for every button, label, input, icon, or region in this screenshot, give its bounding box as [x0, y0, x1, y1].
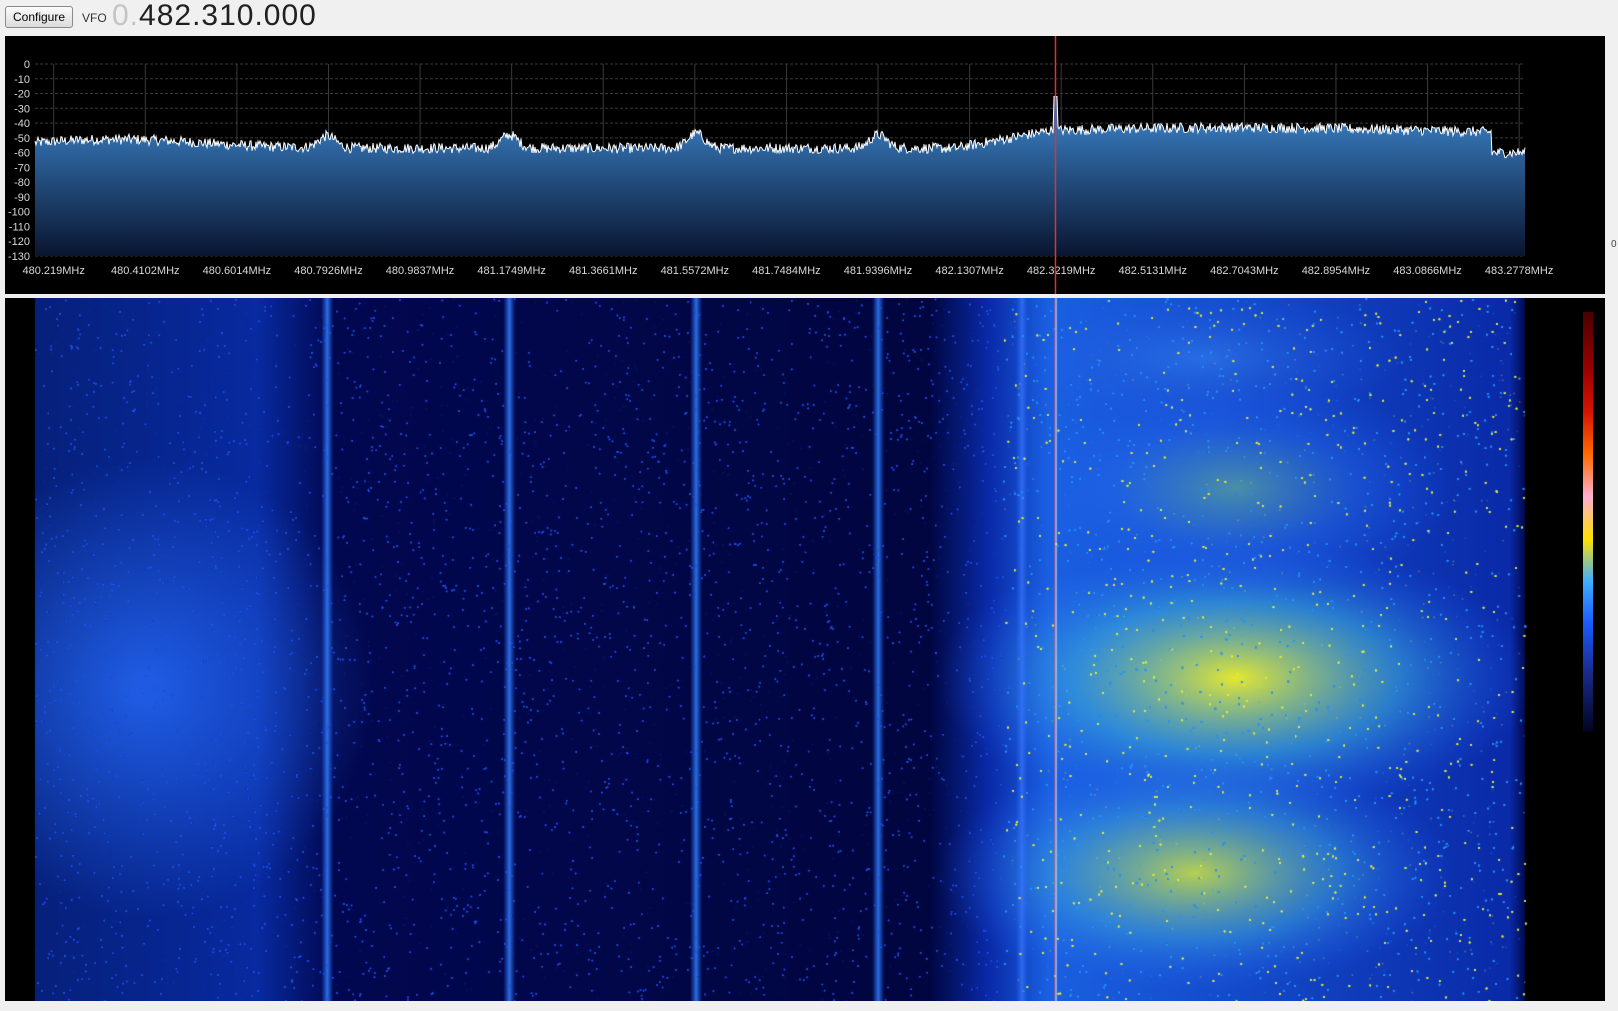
freq-tick-label: 482.1307MHz	[935, 265, 1004, 277]
db-tick-label: -60	[14, 148, 30, 160]
freq-tick-label: 480.219MHz	[22, 265, 84, 277]
db-axis: 0 -10 -20 -30 -40 -50 -60 -70 -80 -90 -100 -110 -120…	[8, 59, 30, 263]
spectrum-plot[interactable]: 0 -10 -20 -30 -40 -50 -60 -70 -80 -90 -100 -110 -120…	[5, 36, 1605, 294]
db-tick-label: -20	[14, 89, 30, 101]
freq-tick-label: 483.2778MHz	[1485, 265, 1554, 277]
vfo-frequency-display[interactable]: 0.482.310.000	[112, 0, 317, 33]
spectrum-analyzer[interactable]: 0 -10 -20 -30 -40 -50 -60 -70 -80 -90 -100 -110 -120…	[5, 36, 1605, 294]
db-tick-label: -50	[14, 133, 30, 145]
freq-tick-label: 482.5131MHz	[1119, 265, 1188, 277]
db-tick-label: -130	[8, 251, 30, 263]
freq-tick-label: 481.1749MHz	[477, 265, 546, 277]
freq-tick-label: 481.5572MHz	[661, 265, 730, 277]
db-tick-label: 0	[24, 59, 30, 71]
spectrum-fill	[35, 96, 1525, 256]
freq-tick-label: 480.4102MHz	[111, 265, 180, 277]
frequency-axis: 480.219MHz 480.4102MHz 480.6014MHz 480.7926…	[22, 265, 1553, 277]
freq-tick-label: 481.7484MHz	[752, 265, 821, 277]
freq-tick-label: 481.9396MHz	[844, 265, 913, 277]
waterfall-canvas[interactable]	[5, 298, 1605, 1001]
waterfall-display[interactable]	[5, 298, 1605, 1001]
db-tick-label: -100	[8, 207, 30, 219]
db-tick-label: -70	[14, 162, 30, 174]
configure-button[interactable]: Configure	[5, 6, 73, 28]
freq-tick-label: 480.7926MHz	[294, 265, 363, 277]
db-tick-label: -10	[14, 74, 30, 86]
freq-tick-label: 482.3219MHz	[1027, 265, 1096, 277]
db-tick-label: -30	[14, 103, 30, 115]
waterfall-color-scale	[1583, 312, 1593, 732]
toolbar: Configure VFO 0.482.310.000	[0, 0, 1618, 36]
vfo-label: VFO	[82, 11, 107, 25]
db-tick-label: -110	[9, 221, 30, 233]
freq-tick-label: 481.3661MHz	[569, 265, 638, 277]
right-edge-label: 0	[1611, 239, 1617, 250]
db-tick-label: -120	[8, 236, 30, 248]
db-tick-label: -80	[14, 177, 30, 189]
db-tick-label: -40	[14, 118, 30, 130]
freq-tick-label: 482.7043MHz	[1210, 265, 1279, 277]
db-tick-label: -90	[14, 192, 30, 204]
vfo-leading-digits: 0.	[112, 0, 140, 32]
freq-tick-label: 480.6014MHz	[203, 265, 272, 277]
freq-tick-label: 483.0866MHz	[1393, 265, 1462, 277]
freq-tick-label: 482.8954MHz	[1302, 265, 1371, 277]
freq-tick-label: 480.9837MHz	[386, 265, 455, 277]
vfo-frequency-value: 482.310.000	[139, 0, 317, 32]
